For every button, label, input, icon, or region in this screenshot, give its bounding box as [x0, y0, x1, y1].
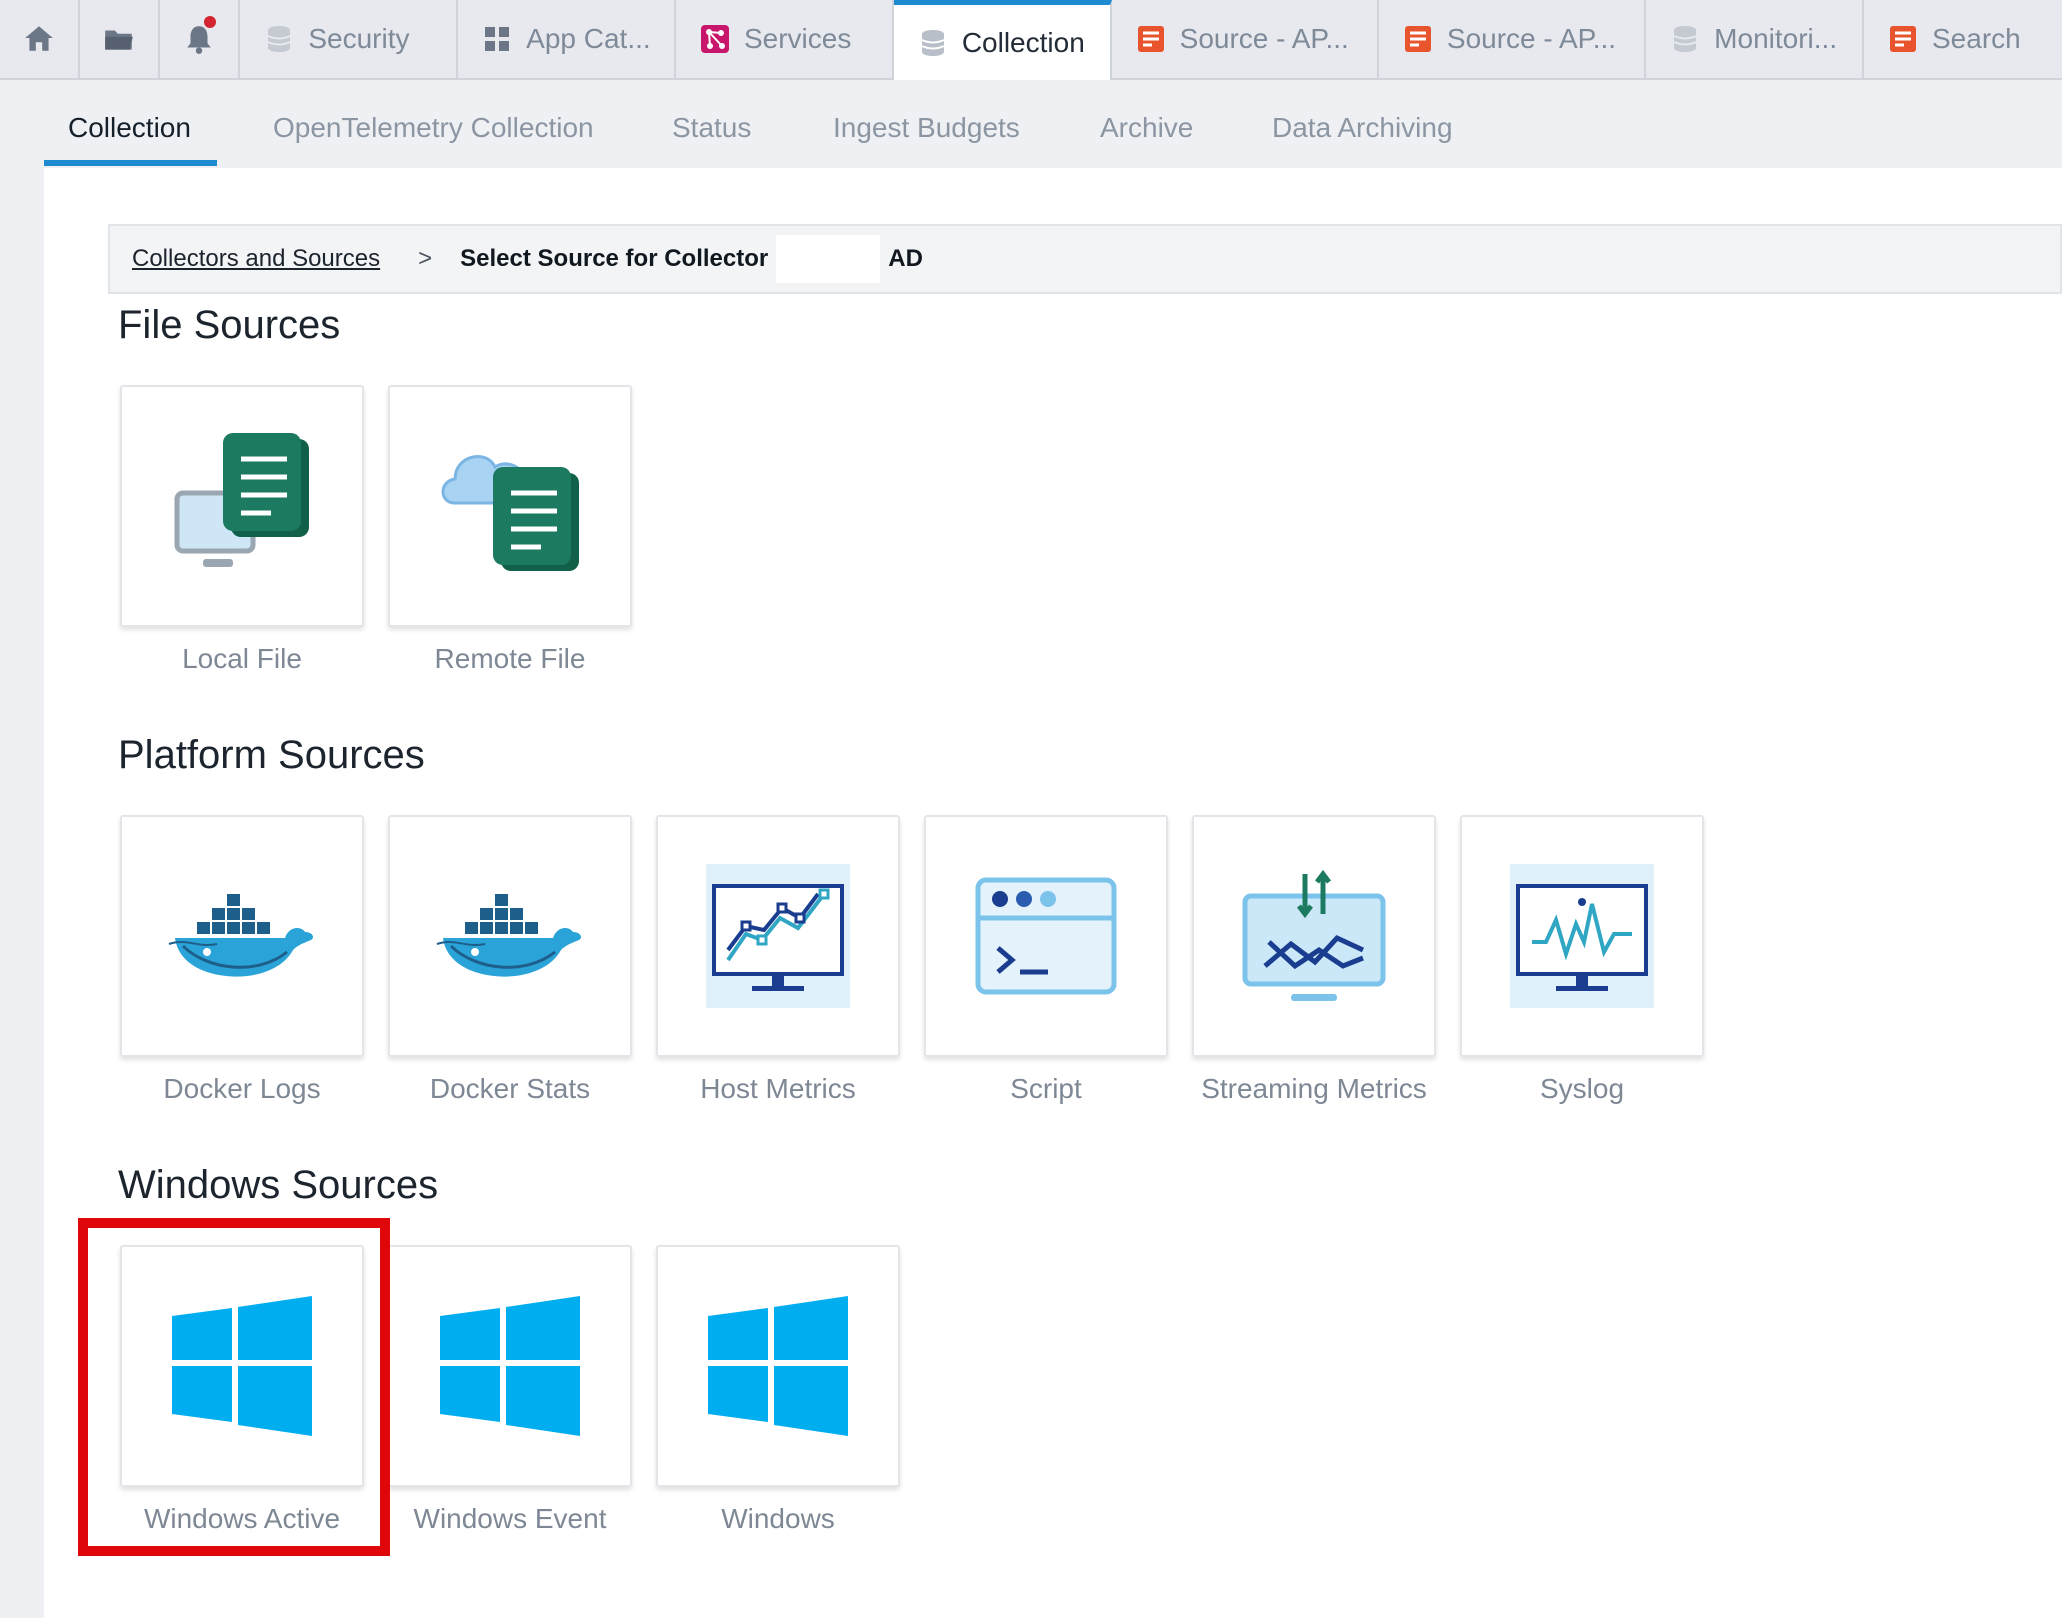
subnav-ingest-budgets[interactable]: Ingest Budgets	[833, 80, 1020, 168]
script-icon	[975, 877, 1117, 995]
tab-monitoring[interactable]: Monitori...	[1646, 0, 1864, 78]
section-title-file-sources: File Sources	[118, 303, 341, 347]
redacted-collector-name	[776, 235, 881, 283]
docker-icon	[168, 894, 313, 977]
subnav-opentelemetry-collection[interactable]: OpenTelemetry Collection	[273, 80, 594, 168]
tab-security[interactable]: Security	[240, 0, 459, 78]
alerts-tab[interactable]	[160, 0, 241, 78]
source-tile-windows-event[interactable]	[388, 1245, 632, 1487]
docker-icon	[436, 894, 581, 977]
document-icon	[1404, 26, 1431, 52]
section-title-windows-sources: Windows Sources	[118, 1163, 439, 1207]
source-label: Host Metrics	[700, 1073, 856, 1104]
folder-icon	[105, 30, 133, 50]
source-tile-syslog[interactable]	[1460, 815, 1704, 1057]
tab-label: Security	[308, 23, 410, 54]
collection-subnav: Collection OpenTelemetry Collection Stat…	[0, 80, 2062, 168]
source-tile-streaming-metrics[interactable]	[1192, 815, 1436, 1057]
source-tile-host-metrics[interactable]	[656, 815, 900, 1057]
source-label: Windows Event	[413, 1503, 607, 1534]
subnav-status[interactable]: Status	[672, 80, 751, 168]
breadcrumb-link-collectors[interactable]: Collectors and Sources	[132, 245, 380, 273]
tab-label: Source - AP...	[1446, 23, 1617, 54]
host-metrics-icon	[706, 864, 850, 1008]
section-title-platform-sources: Platform Sources	[118, 733, 425, 777]
windows-logo-icon	[708, 1296, 848, 1436]
tab-search[interactable]: Search	[1864, 0, 2062, 78]
database-icon	[267, 26, 291, 52]
source-label: Windows	[721, 1503, 835, 1534]
windows-logo-icon	[440, 1296, 580, 1436]
source-label: Syslog	[1539, 1073, 1625, 1104]
source-label: Script	[1010, 1073, 1082, 1104]
tab-source-api-1[interactable]: Source - AP...	[1112, 0, 1379, 78]
breadcrumb-collector-suffix: AD	[888, 245, 923, 272]
breadcrumb-current: Select Source for Collector	[460, 245, 769, 272]
source-label: Remote File	[434, 643, 586, 674]
source-tile-remote-file[interactable]	[388, 385, 632, 627]
syslog-icon	[1510, 864, 1654, 1008]
home-icon	[25, 26, 53, 51]
active-subnav-indicator	[44, 160, 217, 166]
app-tab-bar: Security App Cat... Services Collection	[0, 0, 2062, 80]
tab-label: Monitori...	[1714, 23, 1838, 54]
source-tile-docker-logs[interactable]	[120, 815, 364, 1057]
tab-label: App Cat...	[526, 23, 651, 54]
subnav-archive[interactable]: Archive	[1100, 80, 1193, 168]
breadcrumb: Collectors and Sources > Select Source f…	[108, 224, 2062, 294]
document-icon	[1890, 26, 1916, 52]
tab-label: Search	[1932, 23, 2021, 54]
subnav-collection[interactable]: Collection	[68, 80, 191, 168]
library-tab[interactable]	[80, 0, 161, 78]
tab-label: Collection	[961, 26, 1085, 58]
tab-services[interactable]: Services	[676, 0, 894, 78]
database-icon	[1673, 26, 1697, 52]
source-label: Local File	[182, 643, 302, 674]
source-tile-docker-stats[interactable]	[388, 815, 632, 1057]
source-label: Docker Logs	[163, 1073, 321, 1104]
local-file-icon	[174, 433, 309, 567]
remote-file-icon	[441, 455, 579, 571]
home-tab[interactable]	[0, 0, 81, 78]
source-tile-windows[interactable]	[656, 1245, 900, 1487]
tab-source-api-2[interactable]: Source - AP...	[1379, 0, 1647, 78]
source-tile-script[interactable]	[924, 815, 1168, 1057]
database-icon	[921, 29, 945, 56]
left-gutter	[0, 168, 44, 1618]
tab-label: Source - AP...	[1179, 23, 1349, 54]
document-icon	[1137, 26, 1164, 52]
streaming-metrics-icon	[1242, 869, 1386, 1001]
breadcrumb-separator: >	[418, 245, 433, 272]
source-label: Streaming Metrics	[1201, 1073, 1427, 1104]
highlight-annotation-box	[78, 1218, 390, 1556]
tab-collection[interactable]: Collection	[893, 0, 1112, 80]
source-label: Docker Stats	[429, 1073, 591, 1104]
subnav-data-archiving[interactable]: Data Archiving	[1272, 80, 1453, 168]
source-tile-local-file[interactable]	[120, 385, 364, 627]
grid-icon	[485, 27, 510, 51]
tab-app-catalog[interactable]: App Cat...	[458, 0, 676, 78]
services-icon	[700, 25, 729, 53]
tab-label: Services	[743, 23, 852, 54]
